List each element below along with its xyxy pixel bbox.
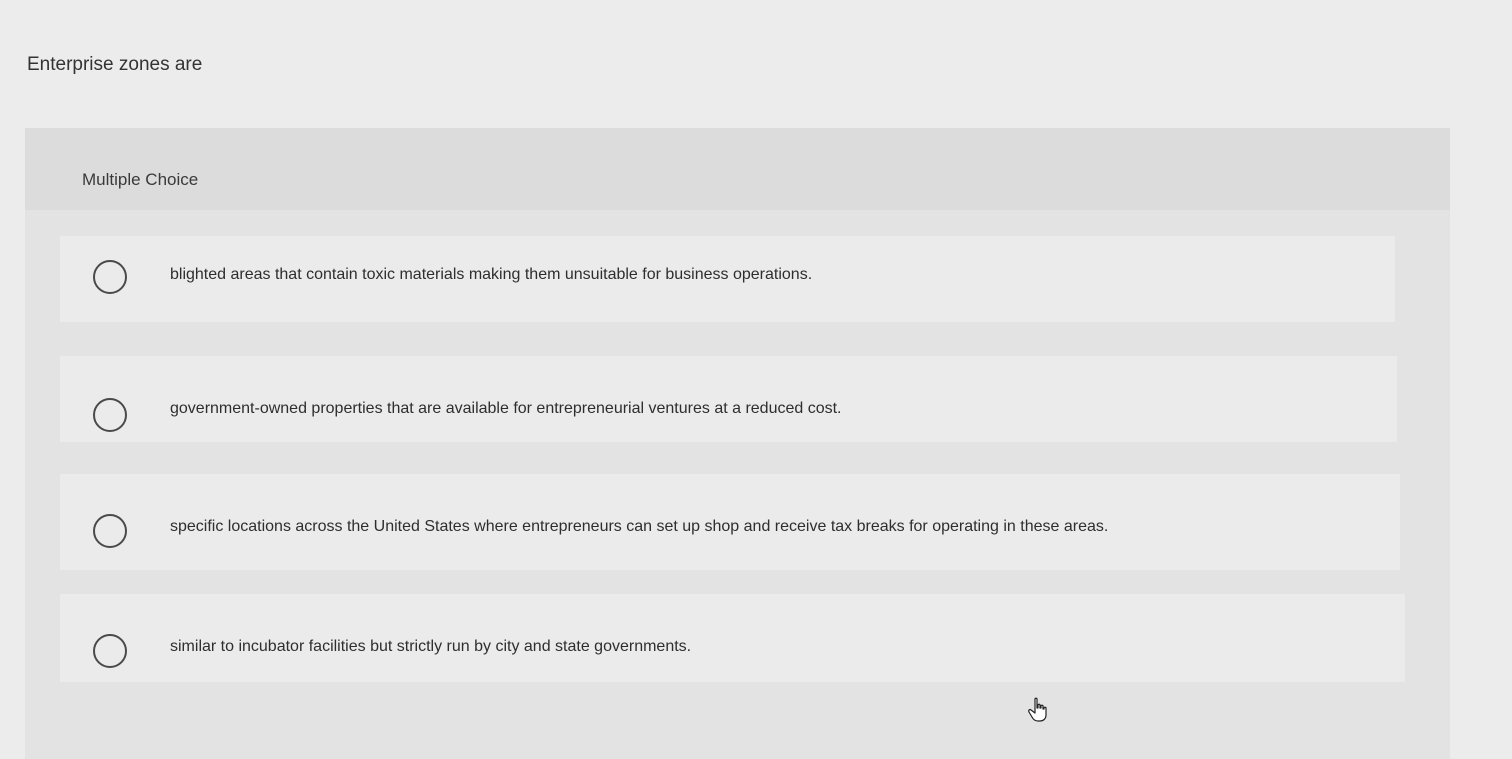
answer-option-2-label: government-owned properties that are ava…	[170, 400, 842, 417]
answer-option-1-label: blighted areas that contain toxic materi…	[170, 266, 813, 283]
answer-option-1[interactable]: blighted areas that contain toxic materi…	[60, 236, 1395, 322]
radio-button-1[interactable]	[93, 260, 127, 294]
multiple-choice-header: Multiple Choice	[25, 128, 1450, 210]
answer-option-4[interactable]: similar to incubator facilities but stri…	[60, 594, 1405, 682]
answer-option-3-label: specific locations across the United Sta…	[170, 518, 1109, 535]
answer-option-2[interactable]: government-owned properties that are ava…	[60, 356, 1397, 442]
question-prompt: Enterprise zones are	[27, 54, 203, 75]
radio-button-4[interactable]	[93, 634, 127, 668]
multiple-choice-label: Multiple Choice	[82, 170, 199, 189]
hand-pointer-icon	[1028, 697, 1047, 722]
radio-button-2[interactable]	[93, 398, 127, 432]
multiple-choice-panel: Multiple Choice blighted areas that cont…	[25, 128, 1450, 759]
answer-option-4-label: similar to incubator facilities but stri…	[170, 638, 692, 655]
radio-button-3[interactable]	[93, 514, 127, 548]
answer-option-3[interactable]: specific locations across the United Sta…	[60, 474, 1400, 570]
